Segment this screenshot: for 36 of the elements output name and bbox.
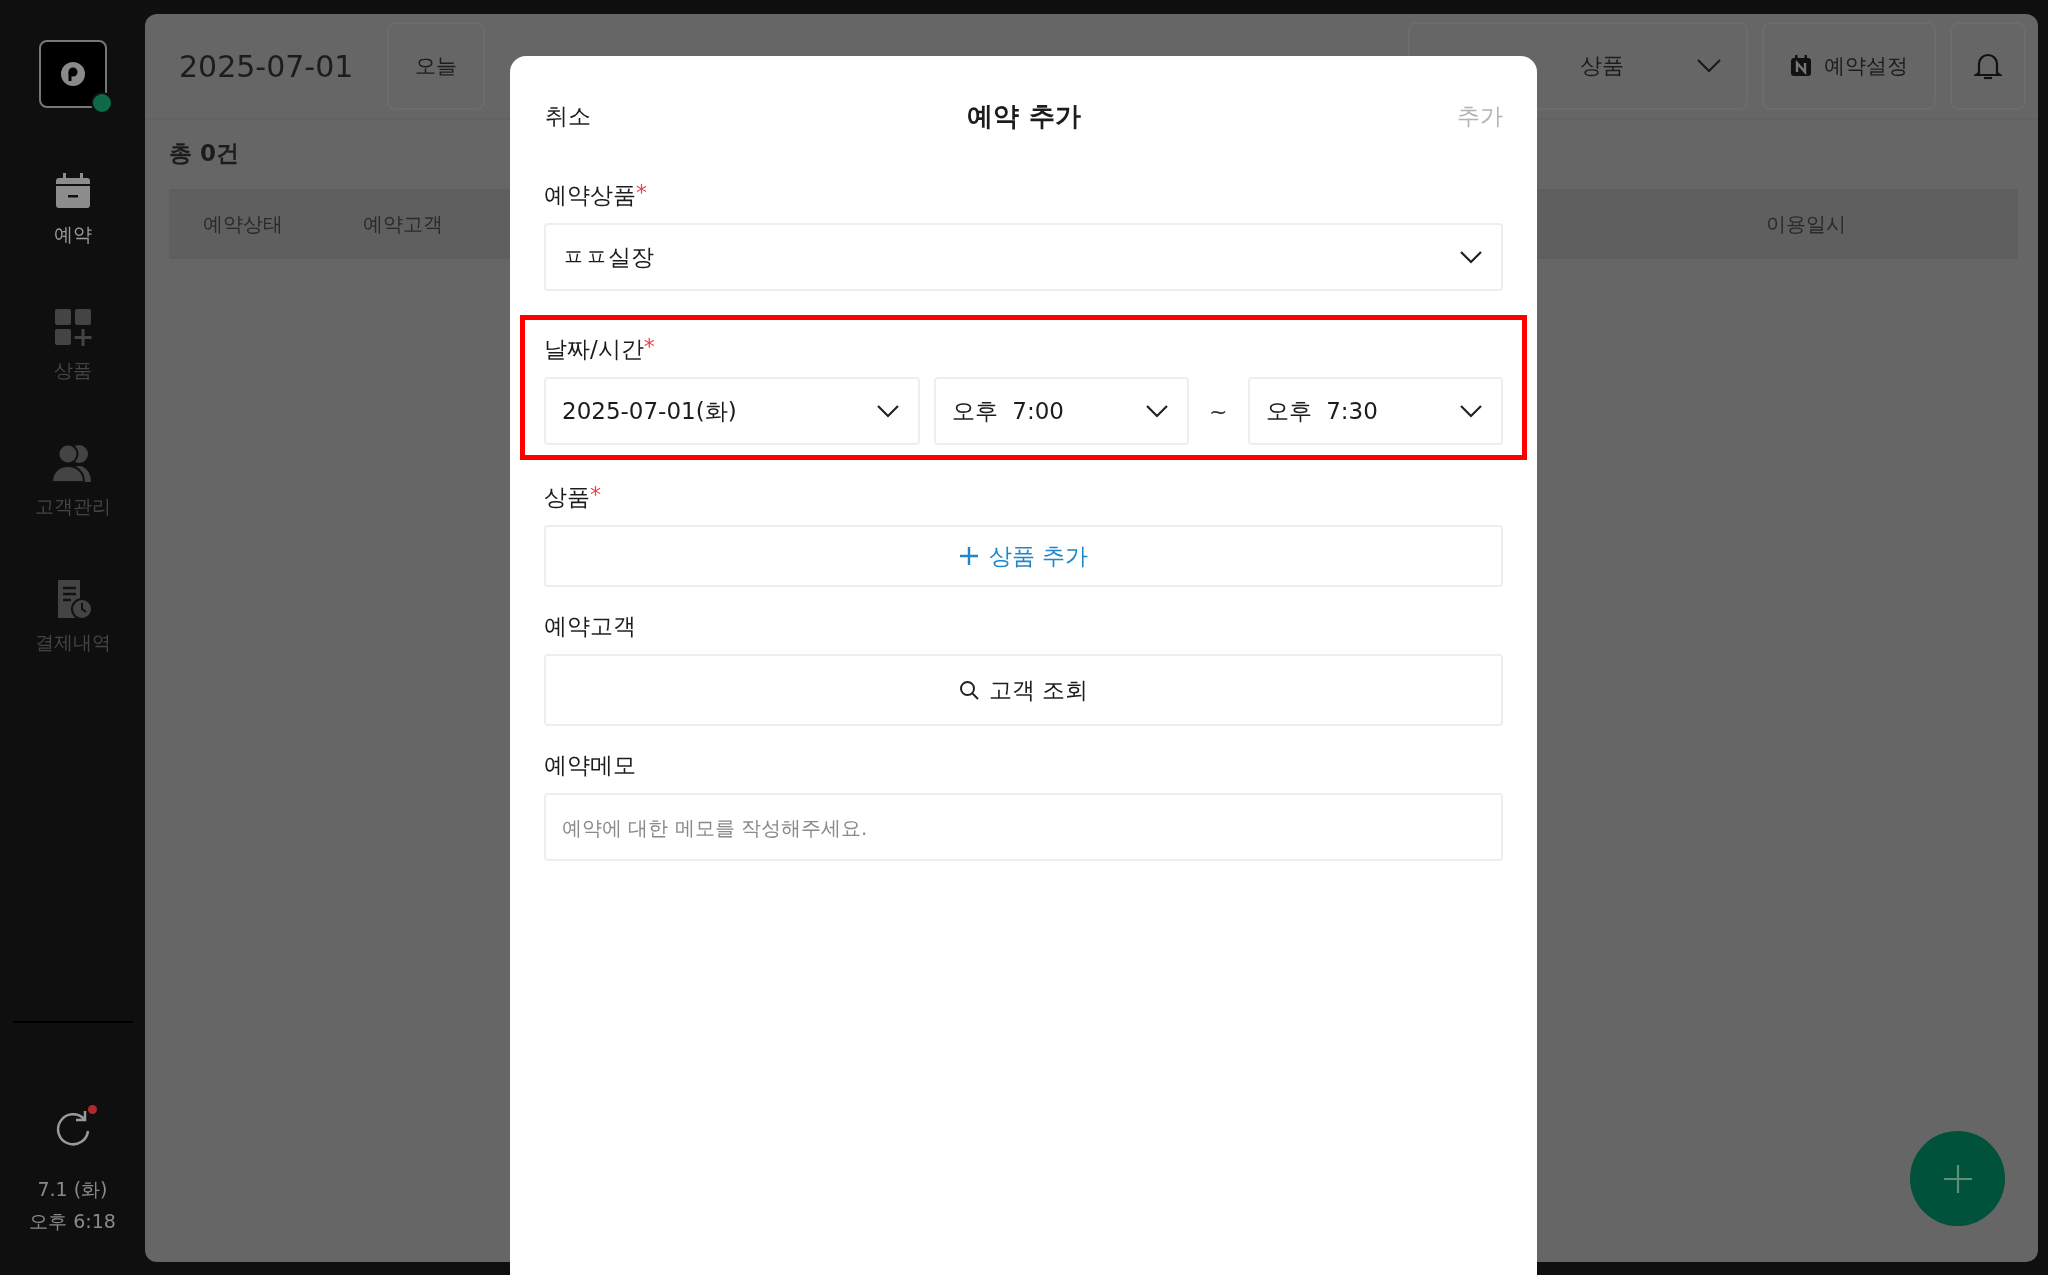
- bell-icon: [1974, 51, 2002, 81]
- required-mark: *: [590, 482, 601, 507]
- today-button[interactable]: 오늘: [387, 22, 486, 110]
- field-label: 예약메모: [544, 751, 636, 780]
- dialog-title: 예약 추가: [967, 99, 1081, 133]
- required-mark: *: [643, 334, 655, 359]
- chevron-down-icon: [1696, 58, 1722, 74]
- sidebar-item[interactable]: 예약: [51, 170, 94, 248]
- plus-icon: [1942, 1163, 1973, 1194]
- notification-button[interactable]: [1950, 22, 2026, 110]
- current-date: 7.1 (화): [37, 1177, 108, 1202]
- date-display[interactable]: 2025-07-01: [179, 48, 354, 84]
- current-time: 오후 6:18: [29, 1209, 116, 1234]
- product-select[interactable]: ㅍㅍ실장: [544, 223, 1503, 291]
- cancel-button[interactable]: 취소: [545, 100, 591, 132]
- required-mark: *: [636, 180, 647, 205]
- chevron-down-icon: [1145, 404, 1170, 418]
- range-separator: ~: [1208, 398, 1229, 424]
- customer-search-button[interactable]: 고객 조회: [544, 654, 1503, 726]
- add-product-button[interactable]: 상품 추가: [544, 525, 1503, 587]
- field-label: 날짜/시간: [544, 335, 644, 364]
- field-label: 예약상품: [544, 181, 636, 210]
- date-select[interactable]: 2025-07-01(화): [544, 377, 920, 445]
- chevron-down-icon: [875, 404, 900, 418]
- field-label: 상품: [544, 483, 590, 512]
- memo-field[interactable]: 예약에 대한 메모를 작성해주세요.: [544, 793, 1503, 861]
- search-icon: [958, 680, 979, 700]
- field-label: 예약고객: [544, 612, 636, 641]
- n-badge-icon: [1790, 55, 1812, 77]
- booking-settings-button[interactable]: 예약설정: [1762, 22, 1936, 110]
- end-time-select[interactable]: 오후 7:30: [1247, 377, 1503, 445]
- chevron-down-icon: [1459, 404, 1483, 418]
- plus-icon: [958, 546, 979, 566]
- total-count: 총 0건: [169, 139, 240, 168]
- start-time-select[interactable]: 오후 7:00: [933, 377, 1190, 445]
- chevron-down-icon: [1459, 250, 1483, 264]
